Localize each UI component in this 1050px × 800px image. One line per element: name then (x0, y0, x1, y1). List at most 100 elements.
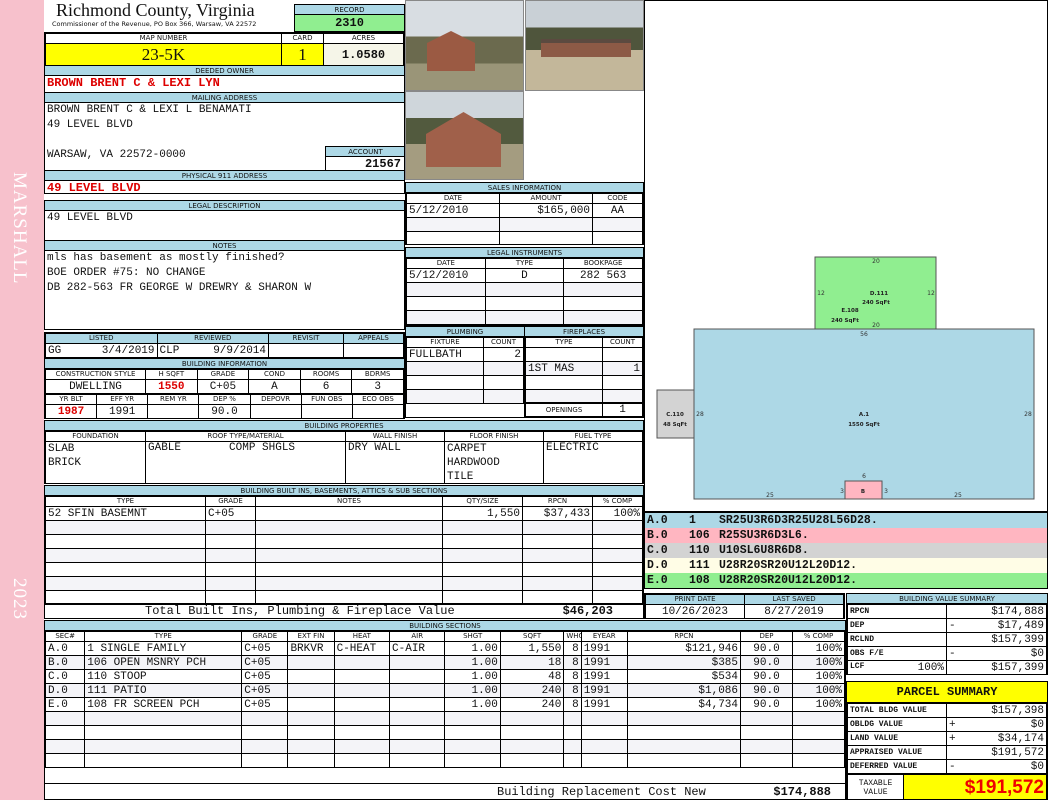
county-title: Richmond County, Virginia (56, 0, 255, 20)
table-cell: 90.0 (740, 641, 793, 656)
empty-cell (580, 753, 628, 768)
sales-box: SALES INFORMATION DATE AMOUNT CODE 5/12/2010… (405, 182, 644, 245)
legend-section: A.0 (647, 514, 668, 527)
table-cell: C+05 (241, 683, 289, 698)
table-row (525, 375, 643, 390)
parcel-summary-label: PARCEL SUMMARY (847, 682, 1047, 703)
empty-cell (406, 217, 500, 232)
builtins-total: $46,203 (562, 604, 613, 618)
column-header: REM YR (147, 394, 200, 405)
table-cell (333, 683, 391, 698)
summary-row: OBS F/E - $0 (847, 646, 1047, 661)
dim-label: 6 (862, 473, 866, 480)
summary-pct: 100% (917, 661, 944, 674)
legend-code: 1 (689, 514, 696, 527)
table-row: 52 SFIN BASEMNT C+05 1,550 $37,433 100% (45, 506, 643, 521)
empty-cell (287, 711, 335, 726)
empty-cell (45, 562, 206, 577)
table-cell: B.0 (45, 655, 86, 670)
table-cell: 1 SINGLE FAMILY (84, 641, 243, 656)
empty-cell (592, 562, 643, 577)
column-header: COND (248, 369, 301, 380)
summary-label: OBS F/E (850, 649, 884, 658)
sketch-label: C.110 (666, 412, 684, 418)
table-cell: C+05 (241, 669, 289, 684)
dim-label: 20 (872, 258, 880, 265)
empty-cell (255, 534, 443, 549)
mailing-label: MAILING ADDRESS (45, 93, 404, 103)
building-info-value (351, 404, 404, 418)
empty-cell (522, 534, 593, 549)
empty-cell (444, 739, 501, 754)
table-cell: $121,946 (626, 641, 742, 656)
table-cell: 5/12/2010 (406, 268, 486, 283)
summary-row: RPCN $174,888 (847, 604, 1047, 619)
table-cell: 5/12/2010 (406, 203, 500, 218)
property-photo[interactable] (405, 0, 524, 91)
sales-label: SALES INFORMATION (406, 183, 643, 193)
empty-cell (45, 548, 206, 563)
column-header: FUN OBS (300, 394, 353, 405)
table-cell (525, 347, 603, 362)
summary-label: APPRAISED VALUE (850, 748, 923, 757)
mailing-address-box: MAILING ADDRESS BROWN BRENT C & LEXI L B… (44, 92, 405, 171)
column-header: GRADE (241, 631, 289, 642)
table-row (45, 711, 845, 726)
property-photo[interactable] (525, 0, 644, 91)
empty-cell (406, 375, 484, 390)
empty-cell (444, 725, 501, 740)
table-row: 5/12/2010 D 282 563 (406, 268, 643, 283)
column-header: DATE (406, 258, 486, 269)
empty-cell (45, 753, 86, 768)
table-cell: 1.00 (444, 669, 501, 684)
summary-label: TOTAL BLDG VALUE (850, 706, 927, 715)
foundation-value: BRICK (48, 457, 82, 469)
sketch-area[interactable]: 20 20 12 12 56 28 28 25 25 6 3 3 D.111 2… (644, 0, 1048, 512)
column-header: COUNT (602, 337, 643, 348)
table-cell (389, 669, 446, 684)
table-cell: 282 563 (563, 268, 643, 283)
table-cell: 1,550 (442, 506, 523, 521)
table-cell: 8 (563, 697, 582, 712)
empty-cell (740, 753, 793, 768)
empty-cell (442, 576, 523, 591)
table-row: D.0 111 PATIO C+05 1.00 240 8 1991 $1,086 90.0 10… (45, 683, 845, 698)
legend-path: U28R20SR20U12L20D12. (719, 574, 858, 587)
dim-label: 25 (766, 492, 774, 499)
property-photo[interactable] (405, 91, 524, 180)
empty-cell (442, 534, 523, 549)
replacement-cost-label: Building Replacement Cost New (497, 785, 706, 799)
print-date-label: PRINT DATE (645, 594, 745, 605)
column-header: % COMP (791, 631, 845, 642)
column-header: EYEAR (580, 631, 628, 642)
empty-cell (592, 576, 643, 591)
empty-cell (241, 753, 289, 768)
parcel-summary: PARCEL SUMMARY TOTAL BLDG VALUE $157,398 O… (846, 681, 1048, 800)
summary-label: RCLND (850, 635, 875, 644)
legal-label: LEGAL DESCRIPTION (45, 201, 404, 211)
summary-value: $17,489 (960, 618, 1047, 633)
table-cell: $534 (626, 669, 742, 684)
column-header: SEC# (45, 631, 86, 642)
column-header: BDRMS (351, 369, 404, 380)
legend-row: A.0 1 SR25U3R6D3R25U28L56D28. (645, 513, 1047, 528)
legend-code: 110 (689, 544, 710, 557)
foundation-value: SLAB (48, 443, 75, 455)
table-cell: 108 FR SCREEN PCH (84, 697, 243, 712)
dim-label: 12 (817, 290, 825, 297)
sketch-label: 48 SqFt (663, 422, 687, 428)
summary-label: DEP (850, 621, 865, 630)
table-row: 5/12/2010 $165,000 AA (406, 203, 643, 218)
legend-code: 108 (689, 574, 710, 587)
column-header: TYPE (84, 631, 243, 642)
table-cell: 1.00 (444, 697, 501, 712)
column-header: DEPOVR (249, 394, 302, 405)
empty-cell (45, 711, 86, 726)
table-cell: 111 PATIO (84, 683, 243, 698)
last-saved-date: 8/27/2019 (744, 604, 844, 618)
table-row (406, 361, 524, 376)
legend-section: C.0 (647, 544, 668, 557)
legal-description-box: LEGAL DESCRIPTION 49 LEVEL BLVD (44, 200, 405, 241)
summary-value: $0 (960, 646, 1047, 661)
empty-cell (522, 548, 593, 563)
